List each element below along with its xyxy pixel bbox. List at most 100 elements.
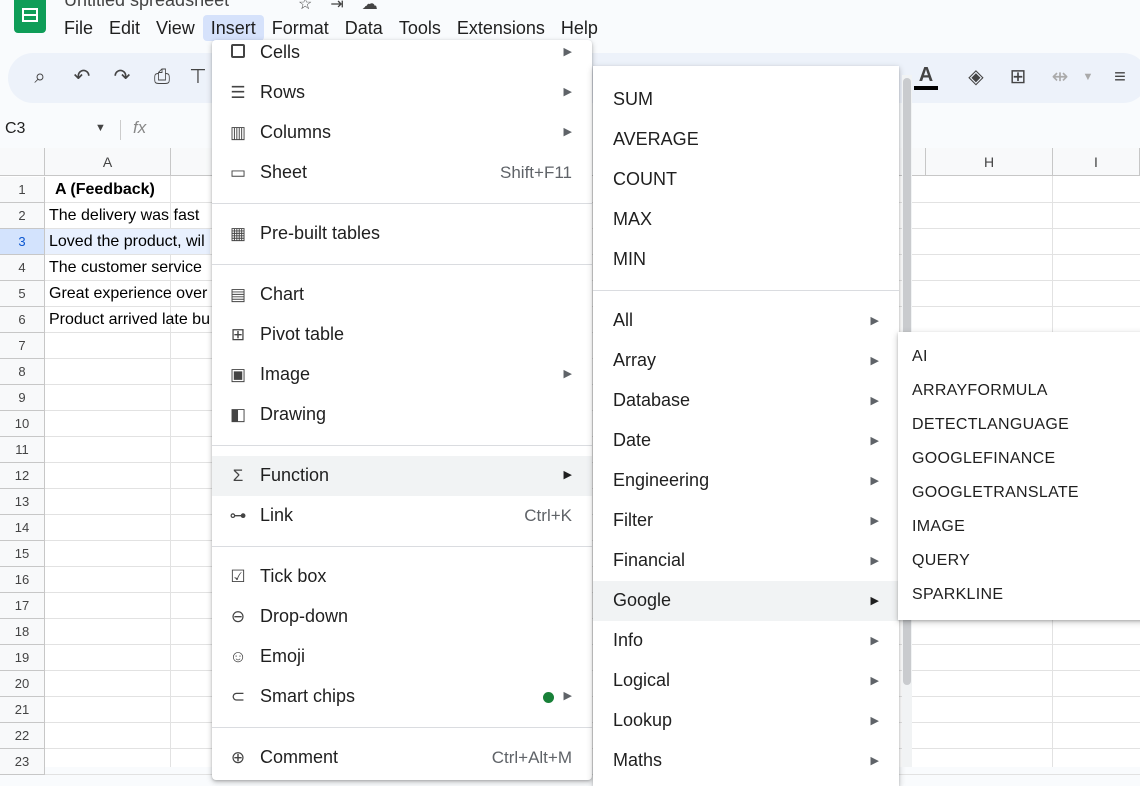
search-icon[interactable]: ⌕ bbox=[28, 64, 52, 90]
row-header[interactable]: 6 bbox=[0, 307, 45, 333]
menu-item-label: Array bbox=[613, 350, 657, 370]
google-function-sparkline[interactable]: SPARKLINE bbox=[912, 586, 1003, 604]
google-function-googletranslate[interactable]: GOOGLETRANSLATE bbox=[912, 484, 1079, 502]
print-icon[interactable]: ⎙ bbox=[150, 64, 174, 90]
cell-a[interactable]: Product arrived late bu bbox=[49, 307, 210, 333]
text-color-icon[interactable]: A bbox=[914, 64, 938, 90]
google-function-detectlanguage[interactable]: DETECTLANGUAGE bbox=[912, 416, 1069, 434]
function-item-max[interactable]: MAX bbox=[593, 200, 899, 240]
insert-menu-item-image[interactable]: ▣ Image ▶ bbox=[212, 355, 592, 395]
sheets-logo-icon[interactable] bbox=[14, 0, 46, 33]
row-header[interactable]: 7 bbox=[0, 333, 45, 359]
cell-a[interactable]: The delivery was fast bbox=[49, 203, 210, 229]
insert-menu-item-function[interactable]: Σ Function ▶ bbox=[212, 456, 592, 496]
insert-menu-item-link[interactable]: ⊶ Link Ctrl+K bbox=[212, 496, 592, 536]
insert-menu-item-pre-built-tables[interactable]: ▦ Pre-built tables bbox=[212, 214, 592, 254]
borders-icon[interactable]: ⊞ bbox=[1006, 64, 1030, 90]
google-function-image[interactable]: IMAGE bbox=[912, 518, 965, 536]
row-header[interactable]: 4 bbox=[0, 255, 45, 281]
cell-a[interactable]: A (Feedback) bbox=[49, 177, 216, 203]
document-title[interactable]: Untitled spreadsheet bbox=[64, 0, 229, 11]
row-header[interactable]: 22 bbox=[0, 723, 45, 749]
undo-icon[interactable]: ↶ bbox=[70, 64, 94, 90]
row-header[interactable]: 13 bbox=[0, 489, 45, 515]
merge-cells-icon[interactable]: ⇹ bbox=[1048, 64, 1072, 90]
row-header[interactable]: 17 bbox=[0, 593, 45, 619]
row-header[interactable]: 23 bbox=[0, 749, 45, 775]
function-item-count[interactable]: COUNT bbox=[593, 160, 899, 200]
function-category-date[interactable]: Date ▶ bbox=[593, 421, 899, 461]
paint-format-icon[interactable]: ⊤ bbox=[186, 64, 210, 90]
menu-divider bbox=[593, 290, 899, 291]
insert-menu-item-pivot-table[interactable]: ⊞ Pivot table bbox=[212, 315, 592, 355]
function-category-maths[interactable]: Maths ▶ bbox=[593, 741, 899, 781]
insert-menu-item-rows[interactable]: ☰ Rows ▶ bbox=[212, 73, 592, 113]
row-header[interactable]: 21 bbox=[0, 697, 45, 723]
cell-a[interactable]: The customer service bbox=[49, 255, 210, 281]
row-header[interactable]: 20 bbox=[0, 671, 45, 697]
insert-menu-item-sheet[interactable]: ▭ Sheet Shift+F11 bbox=[212, 153, 592, 193]
menu-view[interactable]: View bbox=[148, 15, 203, 41]
function-category-google[interactable]: Google ▶ bbox=[593, 581, 899, 621]
column-header-i[interactable]: I bbox=[1053, 148, 1140, 176]
insert-menu-item-chart[interactable]: ▤ Chart bbox=[212, 275, 592, 315]
google-function-ai[interactable]: AI bbox=[912, 348, 928, 366]
row-header[interactable]: 2 bbox=[0, 203, 45, 229]
star-icon[interactable]: ☆ bbox=[298, 0, 330, 13]
menu-item-label: MAX bbox=[613, 209, 653, 229]
row-header[interactable]: 9 bbox=[0, 385, 45, 411]
name-box[interactable]: C3 ▼ bbox=[5, 120, 115, 140]
row-header[interactable]: 12 bbox=[0, 463, 45, 489]
function-item-min[interactable]: MIN bbox=[593, 240, 899, 280]
row-header[interactable]: 15 bbox=[0, 541, 45, 567]
function-category-logical[interactable]: Logical ▶ bbox=[593, 661, 899, 701]
cell-a[interactable]: Great experience over bbox=[49, 281, 210, 307]
fill-color-icon[interactable]: ◈ bbox=[964, 64, 988, 90]
submenu-arrow-icon: ▶ bbox=[870, 595, 879, 607]
google-function-googlefinance[interactable]: GOOGLEFINANCE bbox=[912, 450, 1055, 468]
insert-menu-item-smart-chips[interactable]: ⊂ Smart chips ▶ bbox=[212, 677, 592, 717]
insert-menu-item-columns[interactable]: ▥ Columns ▶ bbox=[212, 113, 592, 153]
function-category-array[interactable]: Array ▶ bbox=[593, 341, 899, 381]
google-function-query[interactable]: QUERY bbox=[912, 552, 970, 570]
row-header[interactable]: 11 bbox=[0, 437, 45, 463]
menu-item-label: Logical bbox=[613, 670, 671, 690]
google-function-arrayformula[interactable]: ARRAYFORMULA bbox=[912, 382, 1048, 400]
row-header[interactable]: 1 bbox=[0, 177, 45, 203]
function-category-lookup[interactable]: Lookup ▶ bbox=[593, 701, 899, 741]
insert-menu-item-emoji[interactable]: ☺ Emoji bbox=[212, 637, 592, 677]
chevron-down-icon[interactable]: ▼ bbox=[1076, 64, 1100, 90]
row-header[interactable]: 18 bbox=[0, 619, 45, 645]
row-header[interactable]: 10 bbox=[0, 411, 45, 437]
function-category-all[interactable]: All ▶ bbox=[593, 301, 899, 341]
row-header[interactable]: 8 bbox=[0, 359, 45, 385]
function-category-filter[interactable]: Filter ▶ bbox=[593, 501, 899, 541]
function-item-average[interactable]: AVERAGE bbox=[593, 120, 899, 160]
insert-menu-item-drop-down[interactable]: ⊖ Drop-down bbox=[212, 597, 592, 637]
select-all-corner[interactable] bbox=[0, 148, 45, 176]
insert-menu-item-comment[interactable]: ⊕ Comment Ctrl+Alt+M bbox=[212, 738, 592, 778]
function-category-info[interactable]: Info ▶ bbox=[593, 621, 899, 661]
menu-file[interactable]: File bbox=[56, 15, 101, 41]
row-header[interactable]: 3 bbox=[0, 229, 45, 255]
move-icon[interactable]: ⇥ bbox=[330, 0, 361, 13]
insert-menu-item-cells[interactable]: Cells ▶ bbox=[212, 33, 592, 73]
insert-menu-item-tick-box[interactable]: ☑ Tick box bbox=[212, 557, 592, 597]
redo-icon[interactable]: ↷ bbox=[110, 64, 134, 90]
function-category-engineering[interactable]: Engineering ▶ bbox=[593, 461, 899, 501]
function-category-financial[interactable]: Financial ▶ bbox=[593, 541, 899, 581]
menu-item-label: Cells bbox=[260, 42, 301, 62]
cloud-icon[interactable]: ☁ bbox=[362, 0, 396, 13]
menu-edit[interactable]: Edit bbox=[101, 15, 148, 41]
column-header-a[interactable]: A bbox=[45, 148, 171, 176]
align-icon[interactable]: ≡ bbox=[1108, 64, 1132, 90]
row-header[interactable]: 14 bbox=[0, 515, 45, 541]
row-header[interactable]: 5 bbox=[0, 281, 45, 307]
cell-a[interactable]: Loved the product, wil bbox=[49, 229, 210, 255]
function-item-sum[interactable]: SUM bbox=[593, 80, 899, 120]
function-category-database[interactable]: Database ▶ bbox=[593, 381, 899, 421]
row-header[interactable]: 16 bbox=[0, 567, 45, 593]
row-header[interactable]: 19 bbox=[0, 645, 45, 671]
insert-menu-item-drawing[interactable]: ◧ Drawing bbox=[212, 395, 592, 435]
column-header-h[interactable]: H bbox=[926, 148, 1053, 176]
